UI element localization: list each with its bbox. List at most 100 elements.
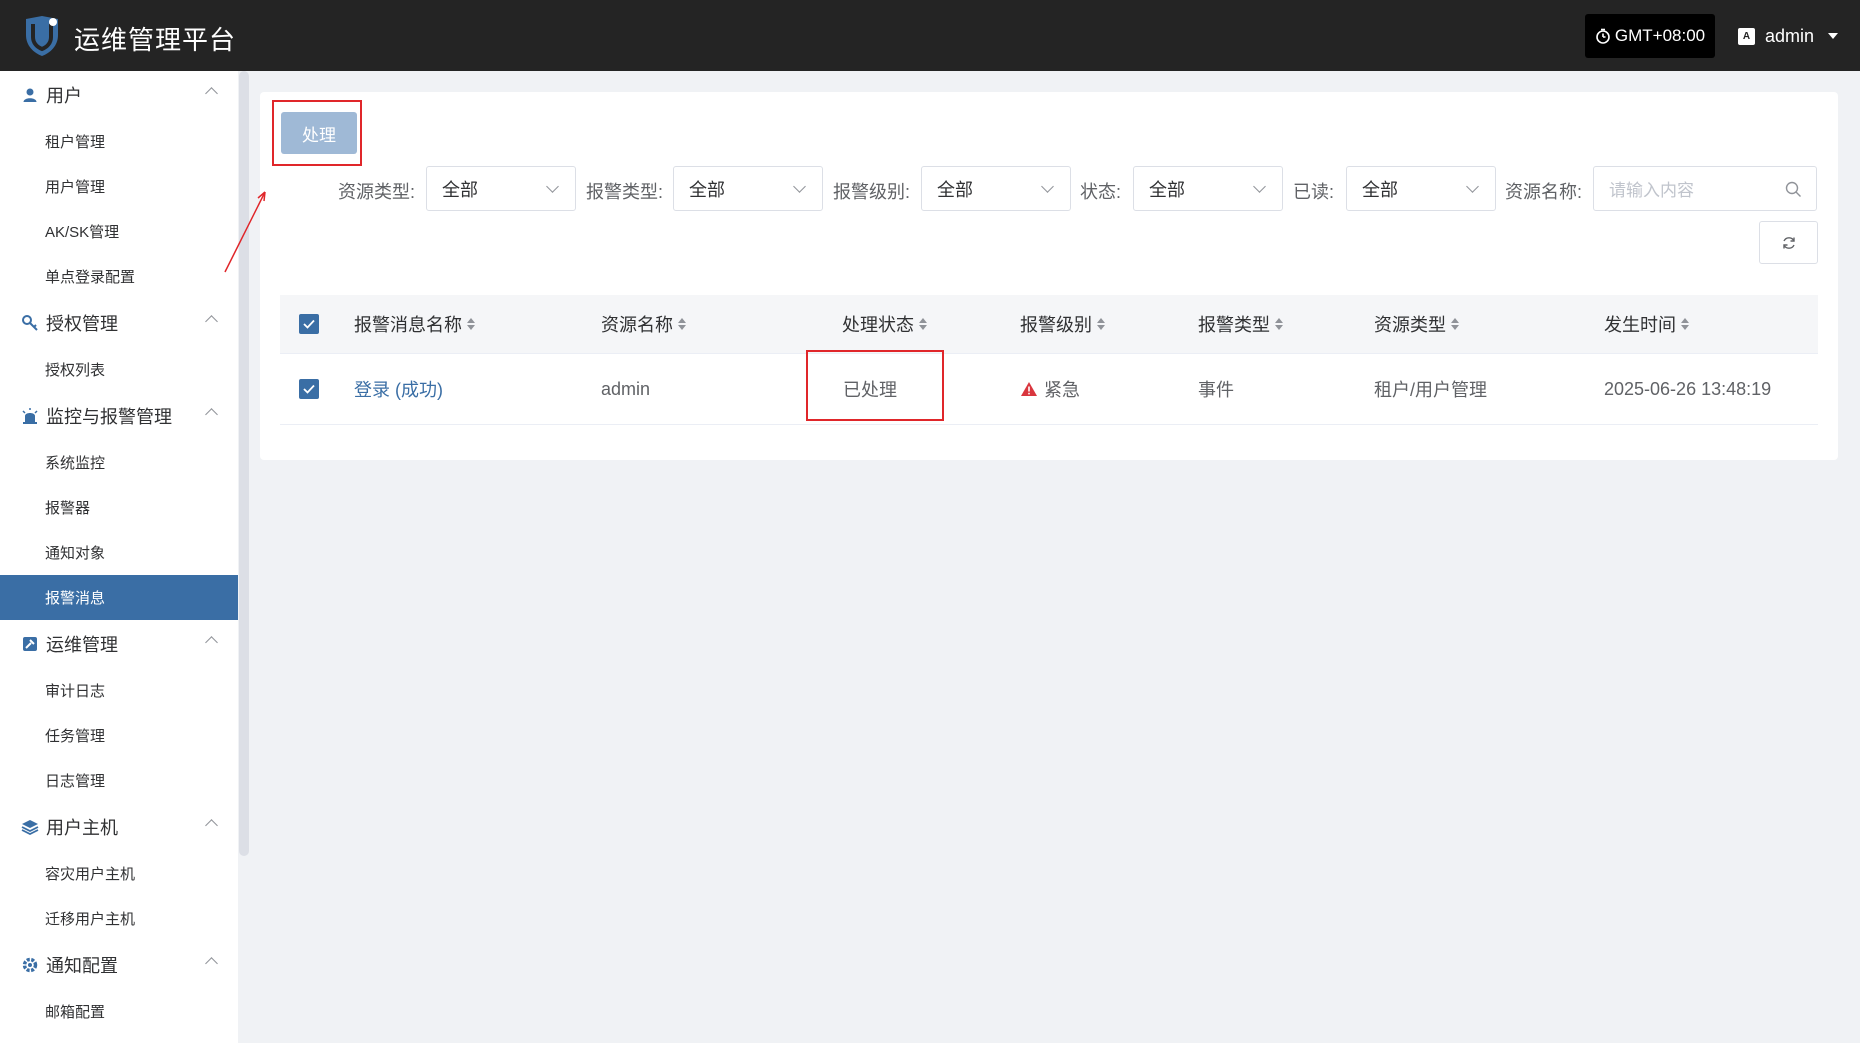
ops-icon <box>20 634 40 654</box>
sidebar-group-label: 用户主机 <box>46 818 118 838</box>
check-icon <box>299 314 319 334</box>
sidebar-item-tenant[interactable]: 租户管理 <box>0 119 238 164</box>
column-label: 发生时间 <box>1604 315 1676 335</box>
sidebar-item-migrate-hosts[interactable]: 迁移用户主机 <box>0 896 238 941</box>
sidebar-item-notify-target[interactable]: 通知对象 <box>0 530 238 575</box>
select-value: 全部 <box>937 179 973 200</box>
column-header-resource[interactable]: 资源名称 <box>601 295 686 353</box>
sidebar-item-alarmer[interactable]: 报警器 <box>0 485 238 530</box>
level-label: 紧急 <box>1044 380 1080 400</box>
sidebar-group-label: 通知配置 <box>46 956 118 976</box>
sidebar-item-user-management[interactable]: 用户管理 <box>0 164 238 209</box>
sidebar-group-label: 用户 <box>46 86 82 106</box>
refresh-button[interactable] <box>1759 221 1818 264</box>
status-select[interactable]: 全部 <box>1133 166 1283 211</box>
sidebar-item-audit-log[interactable]: 审计日志 <box>0 668 238 713</box>
chevron-down-icon <box>793 180 806 193</box>
column-label: 资源名称 <box>601 315 673 335</box>
sort-icon <box>1451 318 1459 330</box>
resource-type-label: 资源类型: <box>338 182 416 202</box>
select-value: 全部 <box>442 179 478 200</box>
top-bar: 运维管理平台 GMT+08:00 A admin <box>0 0 1860 71</box>
table-header: 报警消息名称 资源名称 处理状态 报警级别 报警类型 资源类型 发生时间 <box>280 295 1818 354</box>
sidebar-item-dr-hosts[interactable]: 容灾用户主机 <box>0 851 238 896</box>
column-label: 资源类型 <box>1374 315 1446 335</box>
search-icon[interactable] <box>1785 181 1802 198</box>
highlight-box-process-button <box>272 100 362 166</box>
resource-type-select[interactable]: 全部 <box>426 166 576 211</box>
sidebar-item-task[interactable]: 任务管理 <box>0 713 238 758</box>
check-icon <box>299 379 319 399</box>
sort-icon <box>1681 318 1689 330</box>
column-header-status[interactable]: 处理状态 <box>842 295 927 353</box>
alert-type-select[interactable]: 全部 <box>673 166 823 211</box>
alert-level-select[interactable]: 全部 <box>921 166 1071 211</box>
sidebar-group-label: 授权管理 <box>46 314 118 334</box>
chevron-down-icon <box>1253 180 1266 193</box>
alert-name-link[interactable]: 登录 (成功) <box>354 354 443 424</box>
table-row[interactable]: 登录 (成功) admin 已处理 紧急 事件 租户/用户管理 2025-06-… <box>280 354 1818 425</box>
resource-name-input[interactable]: 请输入内容 <box>1593 166 1817 211</box>
sidebar-item-sso[interactable]: 单点登录配置 <box>0 254 238 299</box>
timezone-display[interactable]: GMT+08:00 <box>1585 14 1715 58</box>
sort-icon <box>919 318 927 330</box>
chevron-down-icon <box>1041 180 1054 193</box>
input-placeholder: 请输入内容 <box>1609 181 1694 200</box>
user-icon <box>20 85 40 105</box>
status-label: 状态: <box>1080 182 1122 202</box>
chevron-up-icon <box>205 408 218 421</box>
column-header-level[interactable]: 报警级别 <box>1020 295 1105 353</box>
user-name: admin <box>1765 25 1815 46</box>
sidebar-item-alert-messages[interactable]: 报警消息 <box>0 575 238 620</box>
shield-logo-icon <box>26 16 58 56</box>
sort-icon <box>1097 318 1105 330</box>
column-label: 报警消息名称 <box>354 315 462 335</box>
column-header-type[interactable]: 报警类型 <box>1198 295 1283 353</box>
sidebar-item-system-monitor[interactable]: 系统监控 <box>0 440 238 485</box>
column-header-resource-type[interactable]: 资源类型 <box>1374 295 1459 353</box>
chevron-up-icon <box>205 819 218 832</box>
sidebar-group-ops[interactable]: 运维管理 <box>0 620 238 668</box>
clock-icon <box>1596 28 1610 44</box>
read-select[interactable]: 全部 <box>1346 166 1496 211</box>
resource-type-cell: 租户/用户管理 <box>1374 380 1488 400</box>
alert-level-label: 报警级别: <box>833 182 911 202</box>
highlight-box-status-cell <box>806 350 944 421</box>
column-header-name[interactable]: 报警消息名称 <box>354 295 475 353</box>
user-menu[interactable]: A admin <box>1738 14 1839 58</box>
key-icon <box>20 313 40 333</box>
sidebar-item-mailbox[interactable]: 邮箱配置 <box>0 989 238 1034</box>
sidebar-item-log[interactable]: 日志管理 <box>0 758 238 803</box>
sidebar-group-hosts[interactable]: 用户主机 <box>0 803 238 851</box>
sidebar-item-auth-list[interactable]: 授权列表 <box>0 347 238 392</box>
alarm-icon <box>20 406 40 426</box>
select-all-checkbox[interactable] <box>299 295 319 353</box>
sidebar-group-label: 运维管理 <box>46 635 118 655</box>
column-label: 报警类型 <box>1198 315 1270 335</box>
sidebar-item-aksk[interactable]: AK/SK管理 <box>0 209 238 254</box>
row-checkbox[interactable] <box>299 354 319 424</box>
select-value: 全部 <box>1149 179 1185 200</box>
level-cell: 紧急 <box>1020 354 1080 424</box>
user-avatar-icon: A <box>1738 27 1755 45</box>
column-label: 处理状态 <box>842 315 914 335</box>
chevron-down-icon <box>546 180 559 193</box>
column-label: 报警级别 <box>1020 315 1092 335</box>
sidebar-group-notify-config[interactable]: 通知配置 <box>0 941 238 989</box>
time-cell: 2025-06-26 13:48:19 <box>1604 378 1772 399</box>
annotation-arrow <box>224 191 266 273</box>
select-value: 全部 <box>1362 179 1398 200</box>
chevron-up-icon <box>205 315 218 328</box>
app-title: 运维管理平台 <box>74 25 237 55</box>
select-value: 全部 <box>689 179 725 200</box>
resource-name-cell: admin <box>601 378 651 399</box>
timezone-label: GMT+08:00 <box>1614 26 1706 45</box>
chevron-up-icon <box>205 636 218 649</box>
sidebar-group-user[interactable]: 用户 <box>0 71 238 119</box>
refresh-icon <box>1782 236 1795 249</box>
column-header-time[interactable]: 发生时间 <box>1604 295 1689 353</box>
warning-icon <box>1021 382 1037 396</box>
sidebar-group-auth[interactable]: 授权管理 <box>0 299 238 347</box>
sort-icon <box>467 318 475 330</box>
sidebar-group-monitor[interactable]: 监控与报警管理 <box>0 392 238 440</box>
